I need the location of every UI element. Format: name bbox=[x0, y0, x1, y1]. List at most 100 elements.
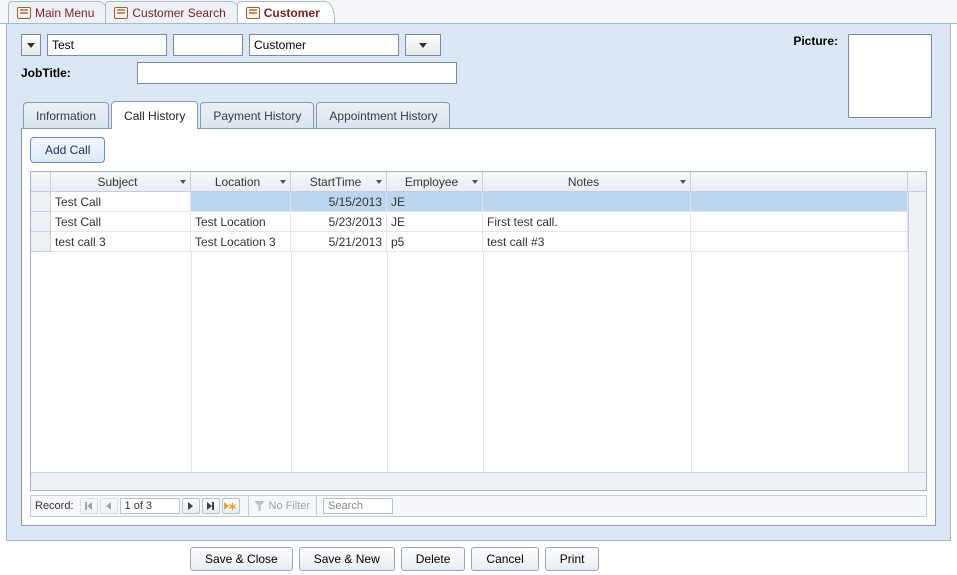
search-box[interactable]: Search bbox=[323, 498, 393, 514]
cell-notes[interactable]: test call #3 bbox=[483, 232, 691, 252]
add-call-button[interactable]: Add Call bbox=[30, 137, 105, 163]
chevron-down-icon bbox=[680, 180, 686, 184]
tab-information[interactable]: Information bbox=[23, 102, 109, 128]
bar-icon bbox=[212, 502, 214, 510]
picture-area: Picture: bbox=[793, 34, 932, 118]
tab-payment-history[interactable]: Payment History bbox=[200, 102, 314, 128]
select-all-cell[interactable] bbox=[31, 172, 51, 192]
cell-notes[interactable] bbox=[483, 192, 691, 212]
middle-input[interactable] bbox=[174, 35, 242, 55]
calls-datasheet: Subject Location StartTime Employee Note… bbox=[30, 171, 927, 491]
nav-prev-button[interactable] bbox=[100, 498, 118, 514]
document-tabs: Main Menu Customer Search Customer bbox=[0, 0, 957, 24]
jobtitle-label: JobTitle: bbox=[21, 66, 71, 80]
picture-label: Picture: bbox=[793, 34, 838, 48]
record-position-text: 1 of 3 bbox=[125, 500, 153, 512]
row-selector[interactable] bbox=[31, 192, 51, 212]
form-footer: Save & Close Save & New Delete Cancel Pr… bbox=[0, 545, 957, 573]
tab-customer-search-label: Customer Search bbox=[132, 6, 225, 20]
tab-main-menu[interactable]: Main Menu bbox=[8, 1, 109, 23]
cell-subject[interactable]: Test Call bbox=[51, 212, 191, 232]
nav-first-button[interactable] bbox=[80, 498, 98, 514]
col-starttime[interactable]: StartTime bbox=[291, 172, 387, 192]
scroll-header bbox=[908, 172, 926, 192]
form-icon bbox=[114, 7, 128, 19]
print-button[interactable]: Print bbox=[545, 547, 600, 571]
datasheet-body: Test Call 5/15/2013 JE Test Call Test Lo… bbox=[31, 192, 926, 472]
col-notes-label: Notes bbox=[568, 175, 599, 189]
chevron-down-icon bbox=[472, 180, 478, 184]
nav-new-button[interactable]: ∗ bbox=[222, 498, 240, 514]
record-label: Record: bbox=[35, 500, 74, 512]
filter-indicator[interactable]: No Filter bbox=[248, 496, 318, 516]
tab-customer-label: Customer bbox=[264, 6, 320, 20]
cell-location[interactable]: Test Location bbox=[191, 212, 291, 232]
tab-appointment-history[interactable]: Appointment History bbox=[316, 102, 450, 128]
customer-form: Picture: JobTitle: Information Call Hist… bbox=[6, 24, 951, 541]
col-spacer bbox=[691, 172, 908, 192]
cell-spacer bbox=[691, 212, 908, 232]
cell-starttime[interactable]: 5/23/2013 bbox=[291, 212, 387, 232]
cell-spacer bbox=[691, 192, 908, 212]
tab-customer[interactable]: Customer bbox=[237, 1, 335, 23]
title-combo[interactable] bbox=[21, 34, 41, 56]
cell-location[interactable]: Test Location 3 bbox=[191, 232, 291, 252]
cell-spacer bbox=[691, 232, 908, 252]
form-icon bbox=[17, 7, 31, 19]
col-notes[interactable]: Notes bbox=[483, 172, 691, 192]
detail-tabs: Information Call History Payment History… bbox=[21, 102, 936, 526]
row-selector[interactable] bbox=[31, 212, 51, 232]
table-row[interactable]: Test Call Test Location 5/23/2013 JE Fir… bbox=[31, 212, 926, 232]
last-name-field[interactable] bbox=[249, 34, 399, 56]
jobtitle-input[interactable] bbox=[138, 63, 456, 83]
nav-last-button[interactable] bbox=[202, 498, 220, 514]
save-close-button[interactable]: Save & Close bbox=[190, 547, 293, 571]
cell-notes[interactable]: First test call. bbox=[483, 212, 691, 232]
save-new-button[interactable]: Save & New bbox=[299, 547, 395, 571]
cell-starttime[interactable]: 5/21/2013 bbox=[291, 232, 387, 252]
datasheet-gridlines bbox=[51, 252, 908, 472]
cell-employee[interactable]: JE bbox=[387, 212, 483, 232]
vertical-scrollbar[interactable] bbox=[908, 192, 926, 472]
picture-placeholder[interactable] bbox=[848, 34, 932, 118]
col-location-label: Location bbox=[215, 175, 260, 189]
first-name-field[interactable] bbox=[47, 34, 167, 56]
chevron-down-icon bbox=[419, 43, 427, 48]
delete-button[interactable]: Delete bbox=[401, 547, 466, 571]
horizontal-scrollbar[interactable] bbox=[31, 472, 926, 490]
call-history-panel: Add Call Subject Location StartTime Empl… bbox=[21, 128, 936, 526]
col-subject-label: Subject bbox=[97, 175, 137, 189]
search-placeholder: Search bbox=[328, 500, 363, 512]
datasheet-header: Subject Location StartTime Employee Note… bbox=[31, 172, 926, 192]
nav-next-button[interactable] bbox=[182, 498, 200, 514]
record-navigator: Record: 1 of 3 ∗ No Filter Search bbox=[30, 495, 927, 517]
table-row[interactable]: test call 3 Test Location 3 5/21/2013 p5… bbox=[31, 232, 926, 252]
cell-subject[interactable]: Test Call bbox=[51, 192, 191, 212]
cell-employee[interactable]: JE bbox=[387, 192, 483, 212]
triangle-right-icon bbox=[188, 502, 193, 510]
tab-customer-search[interactable]: Customer Search bbox=[105, 1, 240, 23]
middle-field[interactable] bbox=[173, 34, 243, 56]
chevron-down-icon bbox=[280, 180, 286, 184]
suffix-combo[interactable] bbox=[405, 34, 441, 56]
chevron-down-icon bbox=[27, 43, 35, 48]
col-subject[interactable]: Subject bbox=[51, 172, 191, 192]
row-selector[interactable] bbox=[31, 232, 51, 252]
cell-starttime[interactable]: 5/15/2013 bbox=[291, 192, 387, 212]
tab-call-history[interactable]: Call History bbox=[111, 101, 198, 129]
first-name-input[interactable] bbox=[48, 35, 166, 55]
tab-main-menu-label: Main Menu bbox=[35, 6, 94, 20]
col-employee-label: Employee bbox=[405, 175, 458, 189]
record-position[interactable]: 1 of 3 bbox=[120, 498, 180, 514]
table-row[interactable]: Test Call 5/15/2013 JE bbox=[31, 192, 926, 212]
cell-subject[interactable]: test call 3 bbox=[51, 232, 191, 252]
funnel-icon bbox=[255, 501, 265, 511]
last-name-input[interactable] bbox=[250, 35, 398, 55]
col-location[interactable]: Location bbox=[191, 172, 291, 192]
cell-location[interactable] bbox=[191, 192, 291, 212]
cancel-button[interactable]: Cancel bbox=[471, 547, 538, 571]
cell-employee[interactable]: p5 bbox=[387, 232, 483, 252]
col-employee[interactable]: Employee bbox=[387, 172, 483, 192]
chevron-down-icon bbox=[376, 180, 382, 184]
jobtitle-field[interactable] bbox=[137, 62, 457, 84]
